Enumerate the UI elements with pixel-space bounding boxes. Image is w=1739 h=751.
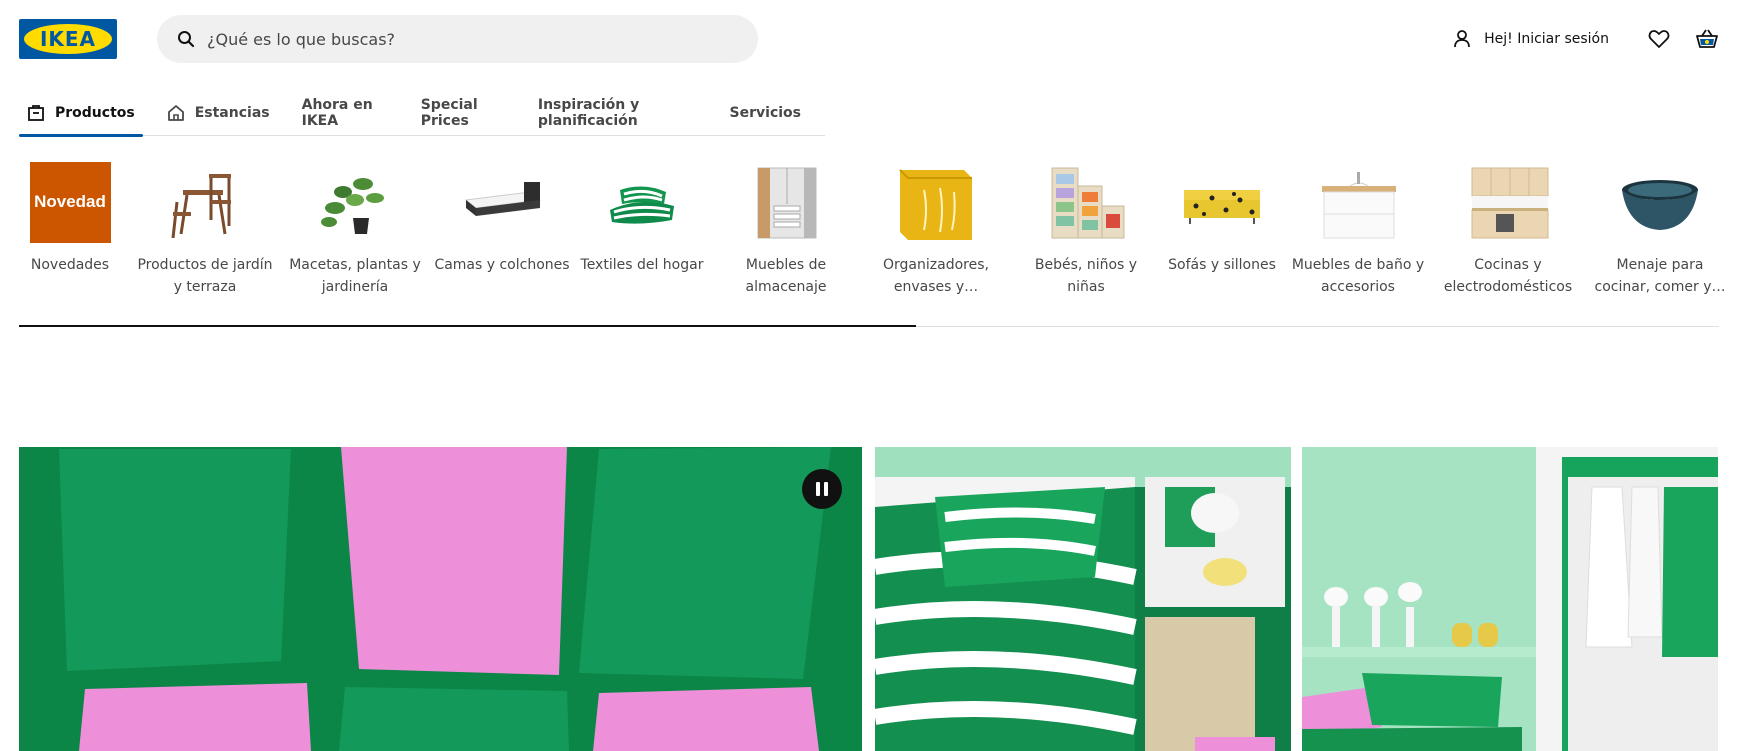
- login-label: Hej! Iniciar sesión: [1484, 31, 1609, 47]
- category-item-camas[interactable]: Camas y colchones: [432, 160, 572, 276]
- home-icon: [167, 104, 185, 122]
- category-thumbnail: [460, 160, 544, 244]
- search-bar[interactable]: [157, 15, 758, 63]
- search-icon[interactable]: [177, 30, 195, 48]
- category-item-almacenaje[interactable]: Muebles de almacenaje: [716, 160, 856, 298]
- pause-button[interactable]: [802, 469, 842, 509]
- tab-productos[interactable]: Productos: [19, 90, 143, 137]
- sofa-image: [1184, 190, 1260, 224]
- category-item-bano[interactable]: Muebles de baño y accesorios: [1288, 160, 1428, 298]
- tab-servicios[interactable]: Servicios: [722, 90, 809, 136]
- kitchen-image: [1471, 167, 1549, 239]
- closet-illustration: [1302, 447, 1718, 751]
- category-thumbnail: [1466, 160, 1550, 244]
- category-thumbnail: [744, 160, 828, 244]
- category-item-novedades[interactable]: Novedad Novedades: [0, 160, 140, 276]
- category-label: Macetas, plantas y jardinería: [289, 257, 421, 295]
- garden-furniture-image: [171, 174, 231, 239]
- tab-ahora-en-ikea[interactable]: Ahora en IKEA: [294, 90, 397, 136]
- logo-text: IKEA: [39, 27, 97, 51]
- tab-label: Productos: [55, 105, 135, 121]
- novedad-badge: Novedad: [29, 161, 111, 243]
- category-item-textiles[interactable]: Textiles del hogar: [572, 160, 712, 276]
- category-thumbnail: [1618, 160, 1702, 244]
- bathroom-cabinet-image: [1322, 172, 1396, 239]
- tab-label: Special Prices: [420, 97, 478, 129]
- hero-image-bedroom[interactable]: [875, 447, 1291, 751]
- login-link[interactable]: Hej! Iniciar sesión: [1450, 27, 1609, 51]
- heart-icon[interactable]: [1647, 27, 1671, 51]
- hero-image-cushions[interactable]: [19, 447, 862, 751]
- category-label: Productos de jardín y terraza: [137, 257, 273, 295]
- category-label: Bebés, niños y niñas: [1034, 257, 1138, 295]
- category-thumbnail: [1180, 160, 1264, 244]
- category-item-sofas[interactable]: Sofás y sillones: [1152, 160, 1292, 276]
- category-thumbnail: [600, 160, 684, 244]
- cushions-illustration: [19, 447, 862, 751]
- category-item-bebes[interactable]: Bebés, niños y niñas: [1016, 160, 1156, 298]
- storage-box-image: [899, 169, 972, 240]
- category-label: Sofás y sillones: [1168, 257, 1276, 273]
- category-label: Organizadores, envases y…: [883, 257, 989, 295]
- bed-image: [464, 182, 542, 216]
- pause-icon-bar: [816, 482, 820, 496]
- category-label: Muebles de baño y accesorios: [1291, 257, 1425, 295]
- category-item-cocinas[interactable]: Cocinas y electrodomésticos: [1438, 160, 1578, 298]
- category-label: Menaje para cocinar, comer y…: [1594, 257, 1726, 295]
- bowl-image: [1622, 180, 1698, 230]
- tab-estancias[interactable]: Estancias: [159, 90, 278, 136]
- kids-storage-image: [1051, 167, 1125, 239]
- tab-label: Inspiración y planificación: [537, 97, 640, 129]
- category-scrollbar[interactable]: [19, 325, 1719, 327]
- pause-icon-bar: [824, 482, 828, 496]
- category-thumbnail: Novedad: [28, 160, 112, 244]
- bag-icon: [27, 104, 45, 122]
- category-thumbnail: [163, 160, 247, 244]
- category-item-plantas[interactable]: Macetas, plantas y jardinería: [285, 160, 425, 298]
- tab-special-prices[interactable]: Special Prices: [413, 90, 514, 136]
- user-icon: [1450, 27, 1474, 51]
- hero-image-closet[interactable]: [1302, 447, 1718, 751]
- category-label: Camas y colchones: [434, 257, 570, 273]
- scrollbar-thumb[interactable]: [19, 325, 916, 327]
- category-thumbnail: [313, 160, 397, 244]
- cart-icon[interactable]: [1695, 27, 1719, 51]
- tab-inspiracion[interactable]: Inspiración y planificación: [530, 90, 706, 136]
- tab-label: Ahora en IKEA: [301, 97, 373, 129]
- tab-label: Estancias: [194, 105, 270, 121]
- category-thumbnail: [894, 160, 978, 244]
- category-label: Muebles de almacenaje: [745, 257, 827, 295]
- main-nav-tabs: Productos Estancias Ahora en IKEA Specia…: [19, 90, 825, 137]
- textile-image: [610, 186, 674, 224]
- bedroom-illustration: [875, 447, 1291, 751]
- header-actions: Hej! Iniciar sesión: [1450, 24, 1719, 54]
- category-item-menaje[interactable]: Menaje para cocinar, comer y…: [1590, 160, 1730, 298]
- logo-oval: IKEA: [24, 24, 112, 54]
- category-thumbnail: [1044, 160, 1128, 244]
- category-carousel: Novedad Novedades Productos de jardín y …: [0, 160, 1739, 310]
- tab-label: Servicios: [729, 105, 801, 121]
- category-label: Cocinas y electrodomésticos: [1443, 257, 1573, 295]
- category-label: Textiles del hogar: [580, 257, 704, 273]
- category-item-organizadores[interactable]: Organizadores, envases y…: [866, 160, 1006, 298]
- ikea-logo[interactable]: IKEA: [19, 19, 117, 59]
- category-thumbnail: [1316, 160, 1400, 244]
- plant-image: [321, 178, 384, 234]
- wardrobe-image: [757, 167, 817, 239]
- category-label: Novedades: [30, 257, 110, 273]
- search-input[interactable]: [207, 29, 727, 49]
- category-item-jardin[interactable]: Productos de jardín y terraza: [135, 160, 275, 298]
